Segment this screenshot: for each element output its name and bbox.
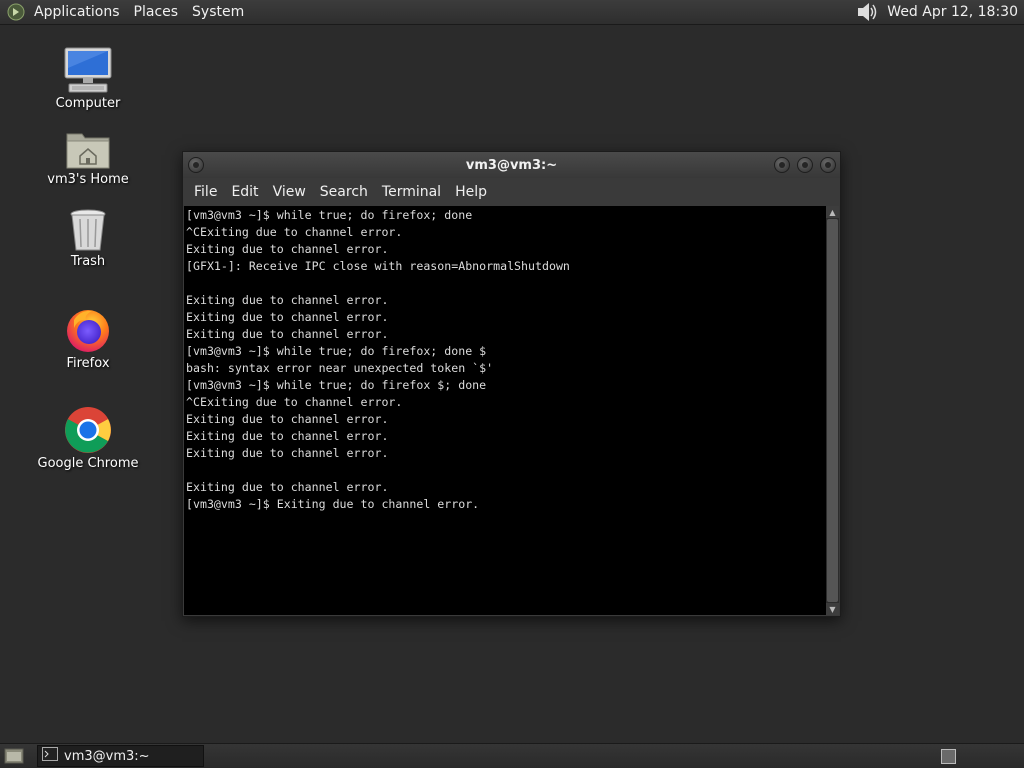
terminal-icon xyxy=(42,747,58,765)
taskbar-label: vm3@vm3:~ xyxy=(64,748,150,764)
close-button[interactable] xyxy=(820,157,836,173)
scroll-up-arrow-icon[interactable]: ▲ xyxy=(826,206,839,218)
terminal-line: Exiting due to channel error. xyxy=(186,412,389,426)
desktop-icon-computer[interactable]: Computer xyxy=(33,46,143,111)
terminal-line: [vm3@vm3 ~]$ while true; do firefox; don… xyxy=(186,344,487,358)
menu-help[interactable]: Help xyxy=(448,184,494,200)
terminal-line: ^CExiting due to channel error. xyxy=(186,395,403,409)
terminal-output[interactable]: [vm3@vm3 ~]$ while true; do firefox; don… xyxy=(184,206,827,615)
terminal-line: Exiting due to channel error. xyxy=(186,310,389,324)
gnome-foot-icon[interactable] xyxy=(5,1,27,23)
terminal-line: [GFX1-]: Receive IPC close with reason=A… xyxy=(186,259,570,273)
terminal-line: ^CExiting due to channel error. xyxy=(186,225,403,239)
desktop-icon-firefox[interactable]: Firefox xyxy=(33,306,143,371)
minimize-button[interactable] xyxy=(774,157,790,173)
show-desktop-icon[interactable] xyxy=(3,746,25,766)
trash-icon xyxy=(70,209,106,251)
desktop-icon-label: Trash xyxy=(70,254,106,269)
terminal-line: [vm3@vm3 ~]$ Exiting due to channel erro… xyxy=(186,497,480,511)
menu-terminal[interactable]: Terminal xyxy=(375,184,448,200)
home-folder-icon xyxy=(66,133,110,169)
terminal-line: bash: syntax error near unexpected token… xyxy=(186,361,494,375)
desktop-icon-chrome[interactable]: Google Chrome xyxy=(33,406,143,471)
maximize-button[interactable] xyxy=(797,157,813,173)
bottom-panel: vm3@vm3:~ xyxy=(0,743,1024,768)
workspace-switcher[interactable] xyxy=(941,748,956,764)
chrome-icon xyxy=(65,407,111,453)
terminal-line: Exiting due to channel error. xyxy=(186,446,389,460)
terminal-line: Exiting due to channel error. xyxy=(186,242,389,256)
system-menu[interactable]: System xyxy=(185,4,251,20)
top-panel: Applications Places System Wed Apr 12, 1… xyxy=(0,0,1024,25)
terminal-window: vm3@vm3:~ File Edit View Search Terminal… xyxy=(182,151,841,617)
desktop-icon-label: Firefox xyxy=(66,356,110,371)
computer-icon xyxy=(64,47,112,93)
scrollbar-thumb[interactable] xyxy=(827,219,838,602)
terminal-line: [vm3@vm3 ~]$ while true; do firefox $; d… xyxy=(186,378,487,392)
desktop-icon-trash[interactable]: Trash xyxy=(33,208,143,269)
desktop-icon-label: Google Chrome xyxy=(37,456,139,471)
terminal-scrollbar[interactable]: ▲ ▼ xyxy=(826,206,839,615)
places-menu[interactable]: Places xyxy=(127,4,186,20)
applications-menu[interactable]: Applications xyxy=(27,4,127,20)
window-menu-button[interactable] xyxy=(188,157,204,173)
desktop-icon-label: Computer xyxy=(55,96,121,111)
terminal-line: Exiting due to channel error. xyxy=(186,480,389,494)
desktop-icon-home[interactable]: vm3's Home xyxy=(33,128,143,187)
terminal-line: Exiting due to channel error. xyxy=(186,293,389,307)
terminal-line: Exiting due to channel error. xyxy=(186,429,389,443)
terminal-menubar: File Edit View Search Terminal Help xyxy=(183,178,840,206)
terminal-line: [vm3@vm3 ~]$ while true; do firefox; don… xyxy=(186,208,473,222)
taskbar-button-terminal[interactable]: vm3@vm3:~ xyxy=(37,745,204,767)
speaker-volume-icon[interactable] xyxy=(855,1,879,23)
notification-area: Wed Apr 12, 18:30 xyxy=(855,0,1024,24)
menu-search[interactable]: Search xyxy=(313,184,375,200)
menu-file[interactable]: File xyxy=(187,184,224,200)
scroll-down-arrow-icon[interactable]: ▼ xyxy=(826,603,839,615)
desktop-icon-label: vm3's Home xyxy=(47,172,129,187)
clock[interactable]: Wed Apr 12, 18:30 xyxy=(887,4,1018,20)
window-titlebar[interactable]: vm3@vm3:~ xyxy=(183,152,840,178)
firefox-icon xyxy=(67,310,109,352)
menu-edit[interactable]: Edit xyxy=(224,184,265,200)
window-title: vm3@vm3:~ xyxy=(465,157,558,173)
menu-view[interactable]: View xyxy=(266,184,313,200)
terminal-line: Exiting due to channel error. xyxy=(186,327,389,341)
